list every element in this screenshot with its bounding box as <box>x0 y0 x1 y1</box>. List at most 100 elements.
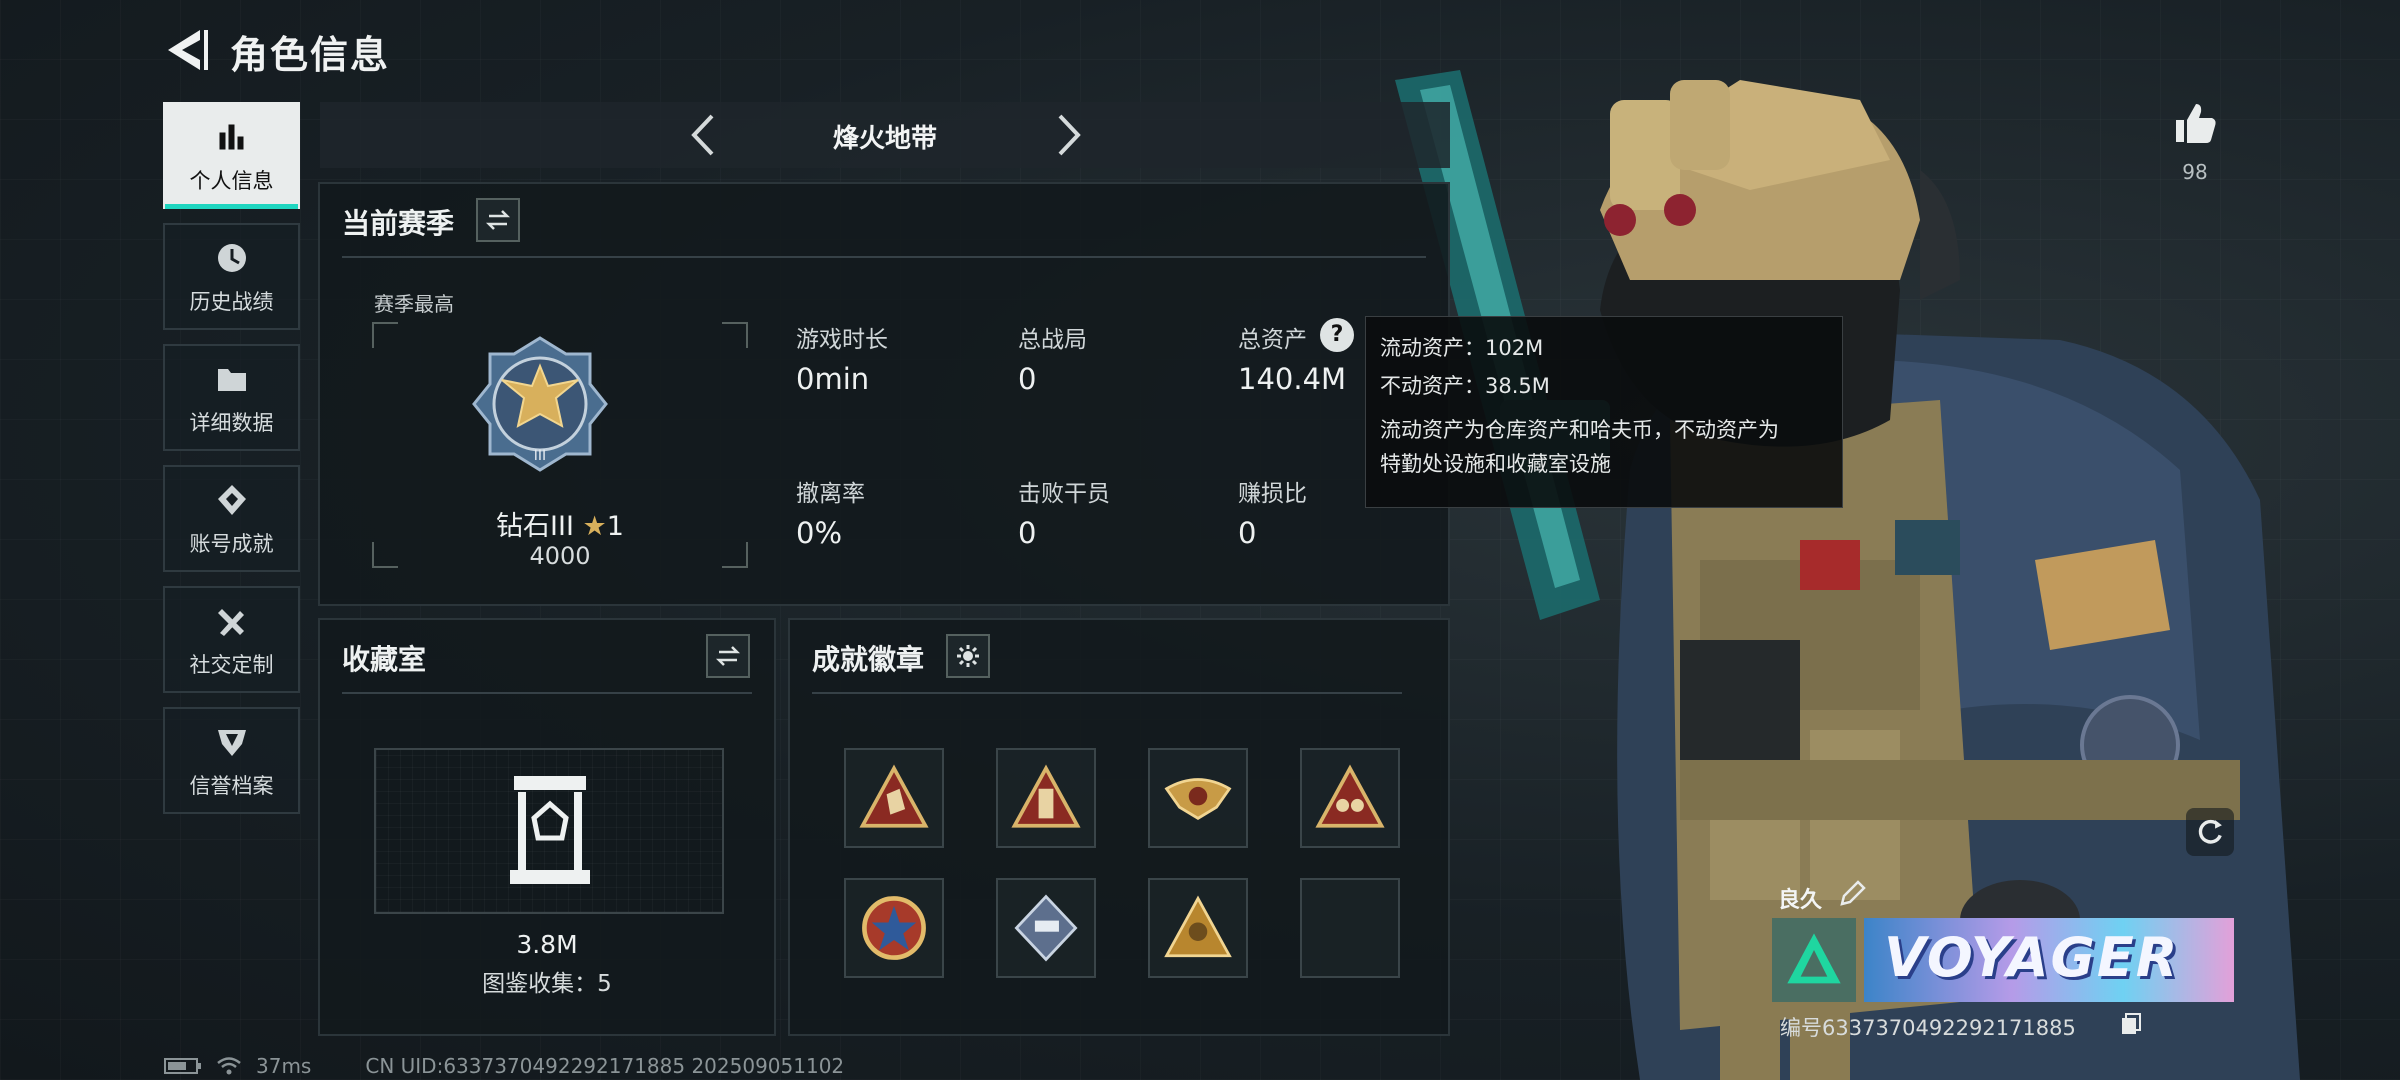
star-roundel-badge-icon <box>862 896 926 960</box>
hand-badge-icon <box>859 764 929 828</box>
collection-title: 收藏室 <box>342 643 427 676</box>
diamond-rank-emblem-icon: III <box>472 336 608 472</box>
tower-badge-icon <box>1011 764 1081 828</box>
nav-item-detailed-data[interactable]: 详细数据 <box>163 344 300 451</box>
achievements-title: 成就徽章 <box>812 643 925 676</box>
display-case-icon <box>510 776 590 884</box>
team-badge-icon <box>1315 764 1385 828</box>
svg-text:III: III <box>534 448 546 464</box>
stat-value: 0% <box>796 516 843 550</box>
eagle-badge-icon <box>1164 778 1232 820</box>
help-icon[interactable]: ? <box>1320 318 1354 352</box>
chevron-right-icon[interactable] <box>1042 110 1092 160</box>
shield-icon <box>212 722 252 762</box>
mode-title: 烽火地带 <box>832 124 937 154</box>
assets-tooltip: 流动资产：102M 不动资产：38.5M 流动资产为仓库资产和哈夫币，不动资产为… <box>1365 316 1843 508</box>
pencil-icon[interactable] <box>1838 880 1866 908</box>
triangle-emblem-icon <box>1787 933 1841 984</box>
badge-star-roundel[interactable] <box>844 878 944 978</box>
player-id: 编号6337370492292171885 <box>1780 1016 2076 1040</box>
badge-eagle[interactable] <box>1148 748 1248 848</box>
like-count: 98 <box>2182 160 2208 184</box>
badge-hand[interactable] <box>844 748 944 848</box>
divider <box>342 692 752 694</box>
badge-team[interactable] <box>1300 748 1400 848</box>
player-banner[interactable]: VOYAGER <box>1864 918 2234 1002</box>
frame-corner <box>722 322 748 348</box>
banner-text: VOYAGER <box>1884 926 2180 989</box>
bar-chart-icon <box>212 117 252 157</box>
medal-icon <box>212 480 252 520</box>
nav-item-personal-info[interactable]: 个人信息 <box>163 102 300 209</box>
active-indicator <box>165 204 298 209</box>
nav-item-achievements[interactable]: 账号成就 <box>163 465 300 572</box>
total-assets-value: 140.4M <box>1238 362 1347 396</box>
back-arrow-icon[interactable] <box>160 24 216 76</box>
thumbs-up-icon[interactable] <box>2170 98 2220 148</box>
player-emblem[interactable] <box>1772 918 1856 1002</box>
badge-diamond-gun[interactable] <box>996 878 1096 978</box>
nav-item-reputation[interactable]: 信誉档案 <box>163 707 300 814</box>
nav-label: 社交定制 <box>189 652 274 677</box>
tooltip-line: 特勤处设施和收藏室设施 <box>1380 452 1611 476</box>
nav-label: 信誉档案 <box>189 773 274 798</box>
stat-value: 0min <box>796 362 870 396</box>
battery-icon <box>164 1058 201 1074</box>
rotate-icon <box>2198 819 2222 844</box>
wifi-icon <box>217 1057 241 1075</box>
season-best-label: 赛季最高 <box>374 292 454 316</box>
nav-label: 详细数据 <box>189 410 274 435</box>
stat-label: 总资产 <box>1238 327 1307 353</box>
clock-icon <box>212 238 252 278</box>
stat-label: 总战局 <box>1018 327 1087 353</box>
badge-empty[interactable] <box>1300 878 1400 978</box>
divider <box>342 256 1426 258</box>
badge-triangle-soldier[interactable] <box>1148 878 1248 978</box>
ping: 37ms <box>256 1054 312 1078</box>
collection-panel: 收藏室 3.8M 图鉴收集：5 <box>318 618 776 1036</box>
swap-icon <box>715 646 741 666</box>
season-switch-button[interactable] <box>476 198 520 242</box>
folder-icon <box>212 359 252 399</box>
stat-value: 0 <box>1018 516 1037 550</box>
mode-selector: 烽火地带 <box>320 102 1450 168</box>
tooltip-line: 流动资产为仓库资产和哈夫币，不动资产为 <box>1380 418 1779 442</box>
diamond-gun-badge-icon <box>1014 894 1078 962</box>
status-bar: 37ms CN UID:6337370492292171885 20250905… <box>164 1054 844 1078</box>
frame-corner <box>372 542 398 568</box>
rank-stars: 1 <box>606 511 624 542</box>
stat-label: 撤离率 <box>796 481 865 507</box>
swap-icon <box>485 210 511 230</box>
stat-value: 0 <box>1018 362 1037 396</box>
page-title: 角色信息 <box>230 33 391 77</box>
side-nav: 个人信息 历史战绩 详细数据 账号成就 社交定制 信誉档案 <box>163 102 300 828</box>
badge-tower[interactable] <box>996 748 1096 848</box>
collection-value: 3.8M <box>516 930 578 959</box>
star-icon: ★ <box>582 511 607 542</box>
nav-item-social-custom[interactable]: 社交定制 <box>163 586 300 693</box>
collection-preview[interactable] <box>374 748 724 914</box>
stat-label: 击败干员 <box>1018 481 1110 507</box>
copy-icon[interactable] <box>2120 1012 2142 1036</box>
achievements-settings-button[interactable] <box>946 634 990 678</box>
soldier-badge-icon <box>1164 895 1232 958</box>
nav-item-history[interactable]: 历史战绩 <box>163 223 300 330</box>
frame-corner <box>372 322 398 348</box>
rank-name: 钻石III <box>496 511 574 542</box>
collection-count: 图鉴收集：5 <box>482 971 612 997</box>
uid: CN UID:6337370492292171885 20250905110​2 <box>365 1054 845 1078</box>
season-title: 当前赛季 <box>342 207 455 240</box>
stat-label: 游戏时长 <box>796 327 888 353</box>
tooltip-line: 不动资产：38.5M <box>1380 374 1550 398</box>
rank-line: 钻石III ★1 <box>470 504 650 543</box>
player-name: 良久 <box>1778 888 1823 913</box>
frame-corner <box>722 542 748 568</box>
tooltip-line: 流动资产：102M <box>1380 336 1544 360</box>
rotate-button[interactable] <box>2186 808 2234 856</box>
gear-icon <box>957 645 979 667</box>
achievements-panel: 成就徽章 <box>788 618 1450 1036</box>
current-season-panel: 当前赛季 赛季最高 III 钻石III ★1 4000 游戏时长 0min 总战… <box>318 182 1450 606</box>
nav-label: 历史战绩 <box>189 289 274 314</box>
collection-switch-button[interactable] <box>706 634 750 678</box>
divider <box>812 692 1402 694</box>
